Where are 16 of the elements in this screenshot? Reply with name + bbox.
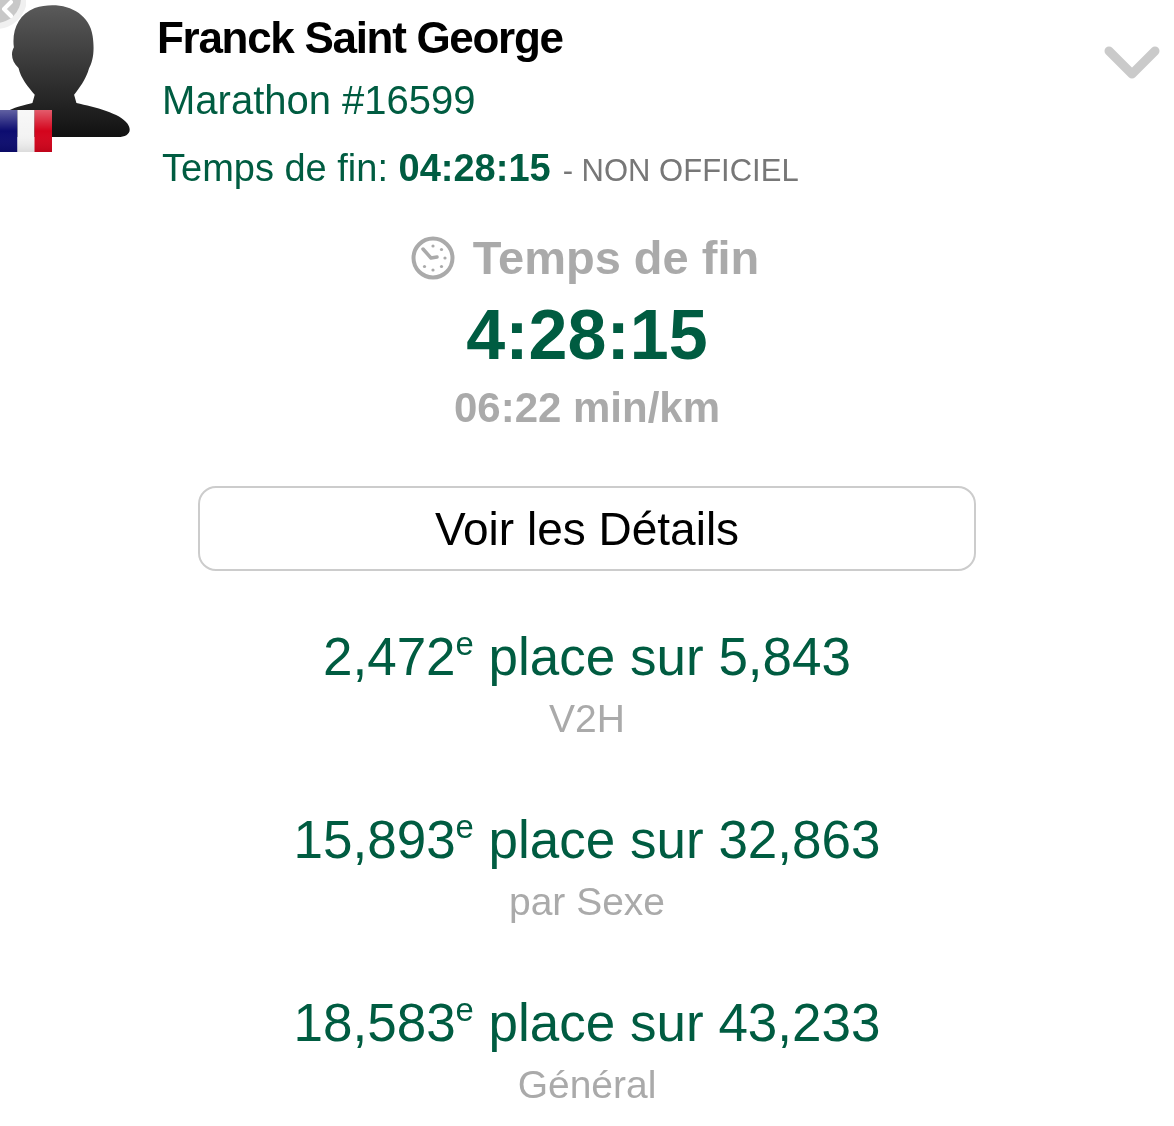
pace-text: 06:22 min/km [453,383,721,433]
section-title: Temps de fin [472,230,760,286]
rank-category: V2H [549,696,625,742]
rank-category: Général [517,1062,657,1108]
rank-text: 18,583$^{e}$ place sur 43,233 [293,991,881,1054]
rank-text: 2,472$^{e}$ place sur 5,843 [322,625,852,688]
finish-time: 4:28:15 [466,295,708,375]
flag-icon [0,110,52,152]
finish-time-text: Temps de fin: 04:28:15 [162,146,551,191]
runner-name: Franck Saint George [157,12,563,64]
clock-icon [410,236,455,280]
details-button[interactable]: Voir les Détails [198,486,976,571]
status-label: - NON OFFICIEL [562,152,799,190]
rank-text: 15,893$^{e}$ place sur 32,863 [293,808,881,871]
race-bib: Marathon #16599 [162,77,476,124]
rank-category: par Sexe [508,879,666,925]
